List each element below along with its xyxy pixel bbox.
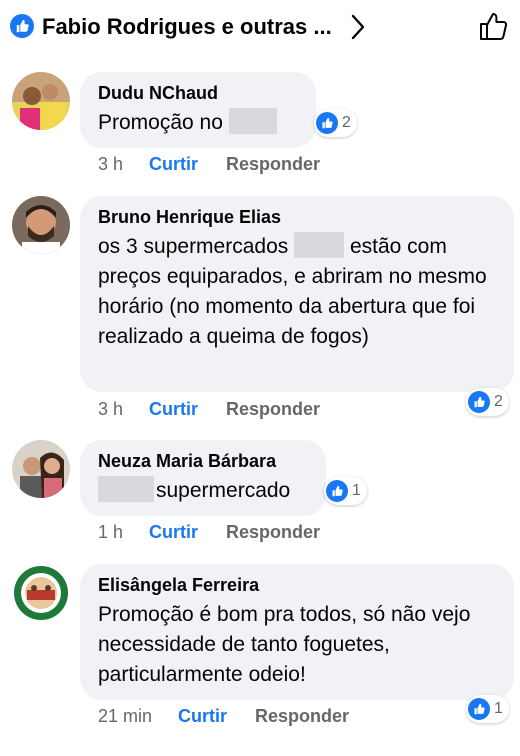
- reactors-title[interactable]: Fabio Rodrigues e outras ...: [42, 14, 332, 40]
- comment-bubble: Elisângela Ferreira Promoção é bom pra t…: [80, 564, 514, 700]
- reply-button[interactable]: Responder: [255, 706, 349, 727]
- redacted-block: [98, 476, 154, 502]
- comment-meta: 21 min Curtir Responder: [98, 706, 349, 727]
- like-reaction-icon: [468, 391, 490, 413]
- like-button[interactable]: Curtir: [149, 154, 198, 175]
- avatar[interactable]: [12, 72, 70, 130]
- reply-button[interactable]: Responder: [226, 522, 320, 543]
- reaction-number: 2: [342, 114, 351, 131]
- redacted-block: [228, 108, 277, 134]
- comment-author[interactable]: Neuza Maria Bárbara: [98, 450, 308, 472]
- reaction-number: 2: [494, 393, 503, 410]
- reaction-number: 1: [352, 482, 361, 499]
- comment-bubble: Dudu NChaud Promoção no: [80, 72, 316, 148]
- comment-time[interactable]: 3 h: [98, 399, 123, 420]
- post-header: Fabio Rodrigues e outras ...: [0, 0, 520, 56]
- reaction-count[interactable]: 2: [466, 388, 509, 416]
- reaction-count[interactable]: 1: [466, 695, 509, 723]
- avatar[interactable]: [12, 440, 70, 498]
- reply-button[interactable]: Responder: [226, 154, 320, 175]
- comment-text: supermercado: [98, 476, 308, 506]
- comment-bubble: Neuza Maria Bárbara supermercado: [80, 440, 326, 516]
- comment-author[interactable]: Bruno Henrique Elias: [98, 206, 496, 228]
- like-button[interactable]: Curtir: [178, 706, 227, 727]
- like-button[interactable]: Curtir: [149, 522, 198, 543]
- comment-meta: 1 h Curtir Responder: [98, 522, 320, 543]
- redacted-block: [294, 232, 345, 258]
- comment-meta: 3 h Curtir Responder: [98, 154, 320, 175]
- comment-text: os 3 supermercados estão com preços equi…: [98, 232, 496, 352]
- chevron-right-icon[interactable]: [350, 14, 366, 40]
- comment-author[interactable]: Dudu NChaud: [98, 82, 298, 104]
- like-reaction-icon: [10, 14, 34, 38]
- comment-text: Promoção é bom pra todos, só não vejo ne…: [98, 603, 471, 686]
- like-reaction-icon: [326, 480, 348, 502]
- avatar[interactable]: [12, 196, 70, 254]
- thumbs-up-outline-icon[interactable]: [478, 10, 510, 42]
- comment-bubble: Bruno Henrique Elias os 3 supermercados …: [80, 196, 514, 392]
- comment-text: Promoção no: [98, 108, 298, 138]
- comment-time[interactable]: 1 h: [98, 522, 123, 543]
- comment-time[interactable]: 21 min: [98, 706, 152, 727]
- comment-time[interactable]: 3 h: [98, 154, 123, 175]
- avatar[interactable]: [12, 564, 70, 622]
- comment-meta: 3 h Curtir Responder: [98, 399, 320, 420]
- like-button[interactable]: Curtir: [149, 399, 198, 420]
- like-reaction-icon: [468, 698, 490, 720]
- reaction-count[interactable]: 1: [324, 477, 367, 505]
- reaction-count[interactable]: 2: [314, 109, 357, 137]
- reaction-number: 1: [494, 700, 503, 717]
- comment-author[interactable]: Elisângela Ferreira: [98, 574, 496, 596]
- reply-button[interactable]: Responder: [226, 399, 320, 420]
- like-reaction-icon: [316, 112, 338, 134]
